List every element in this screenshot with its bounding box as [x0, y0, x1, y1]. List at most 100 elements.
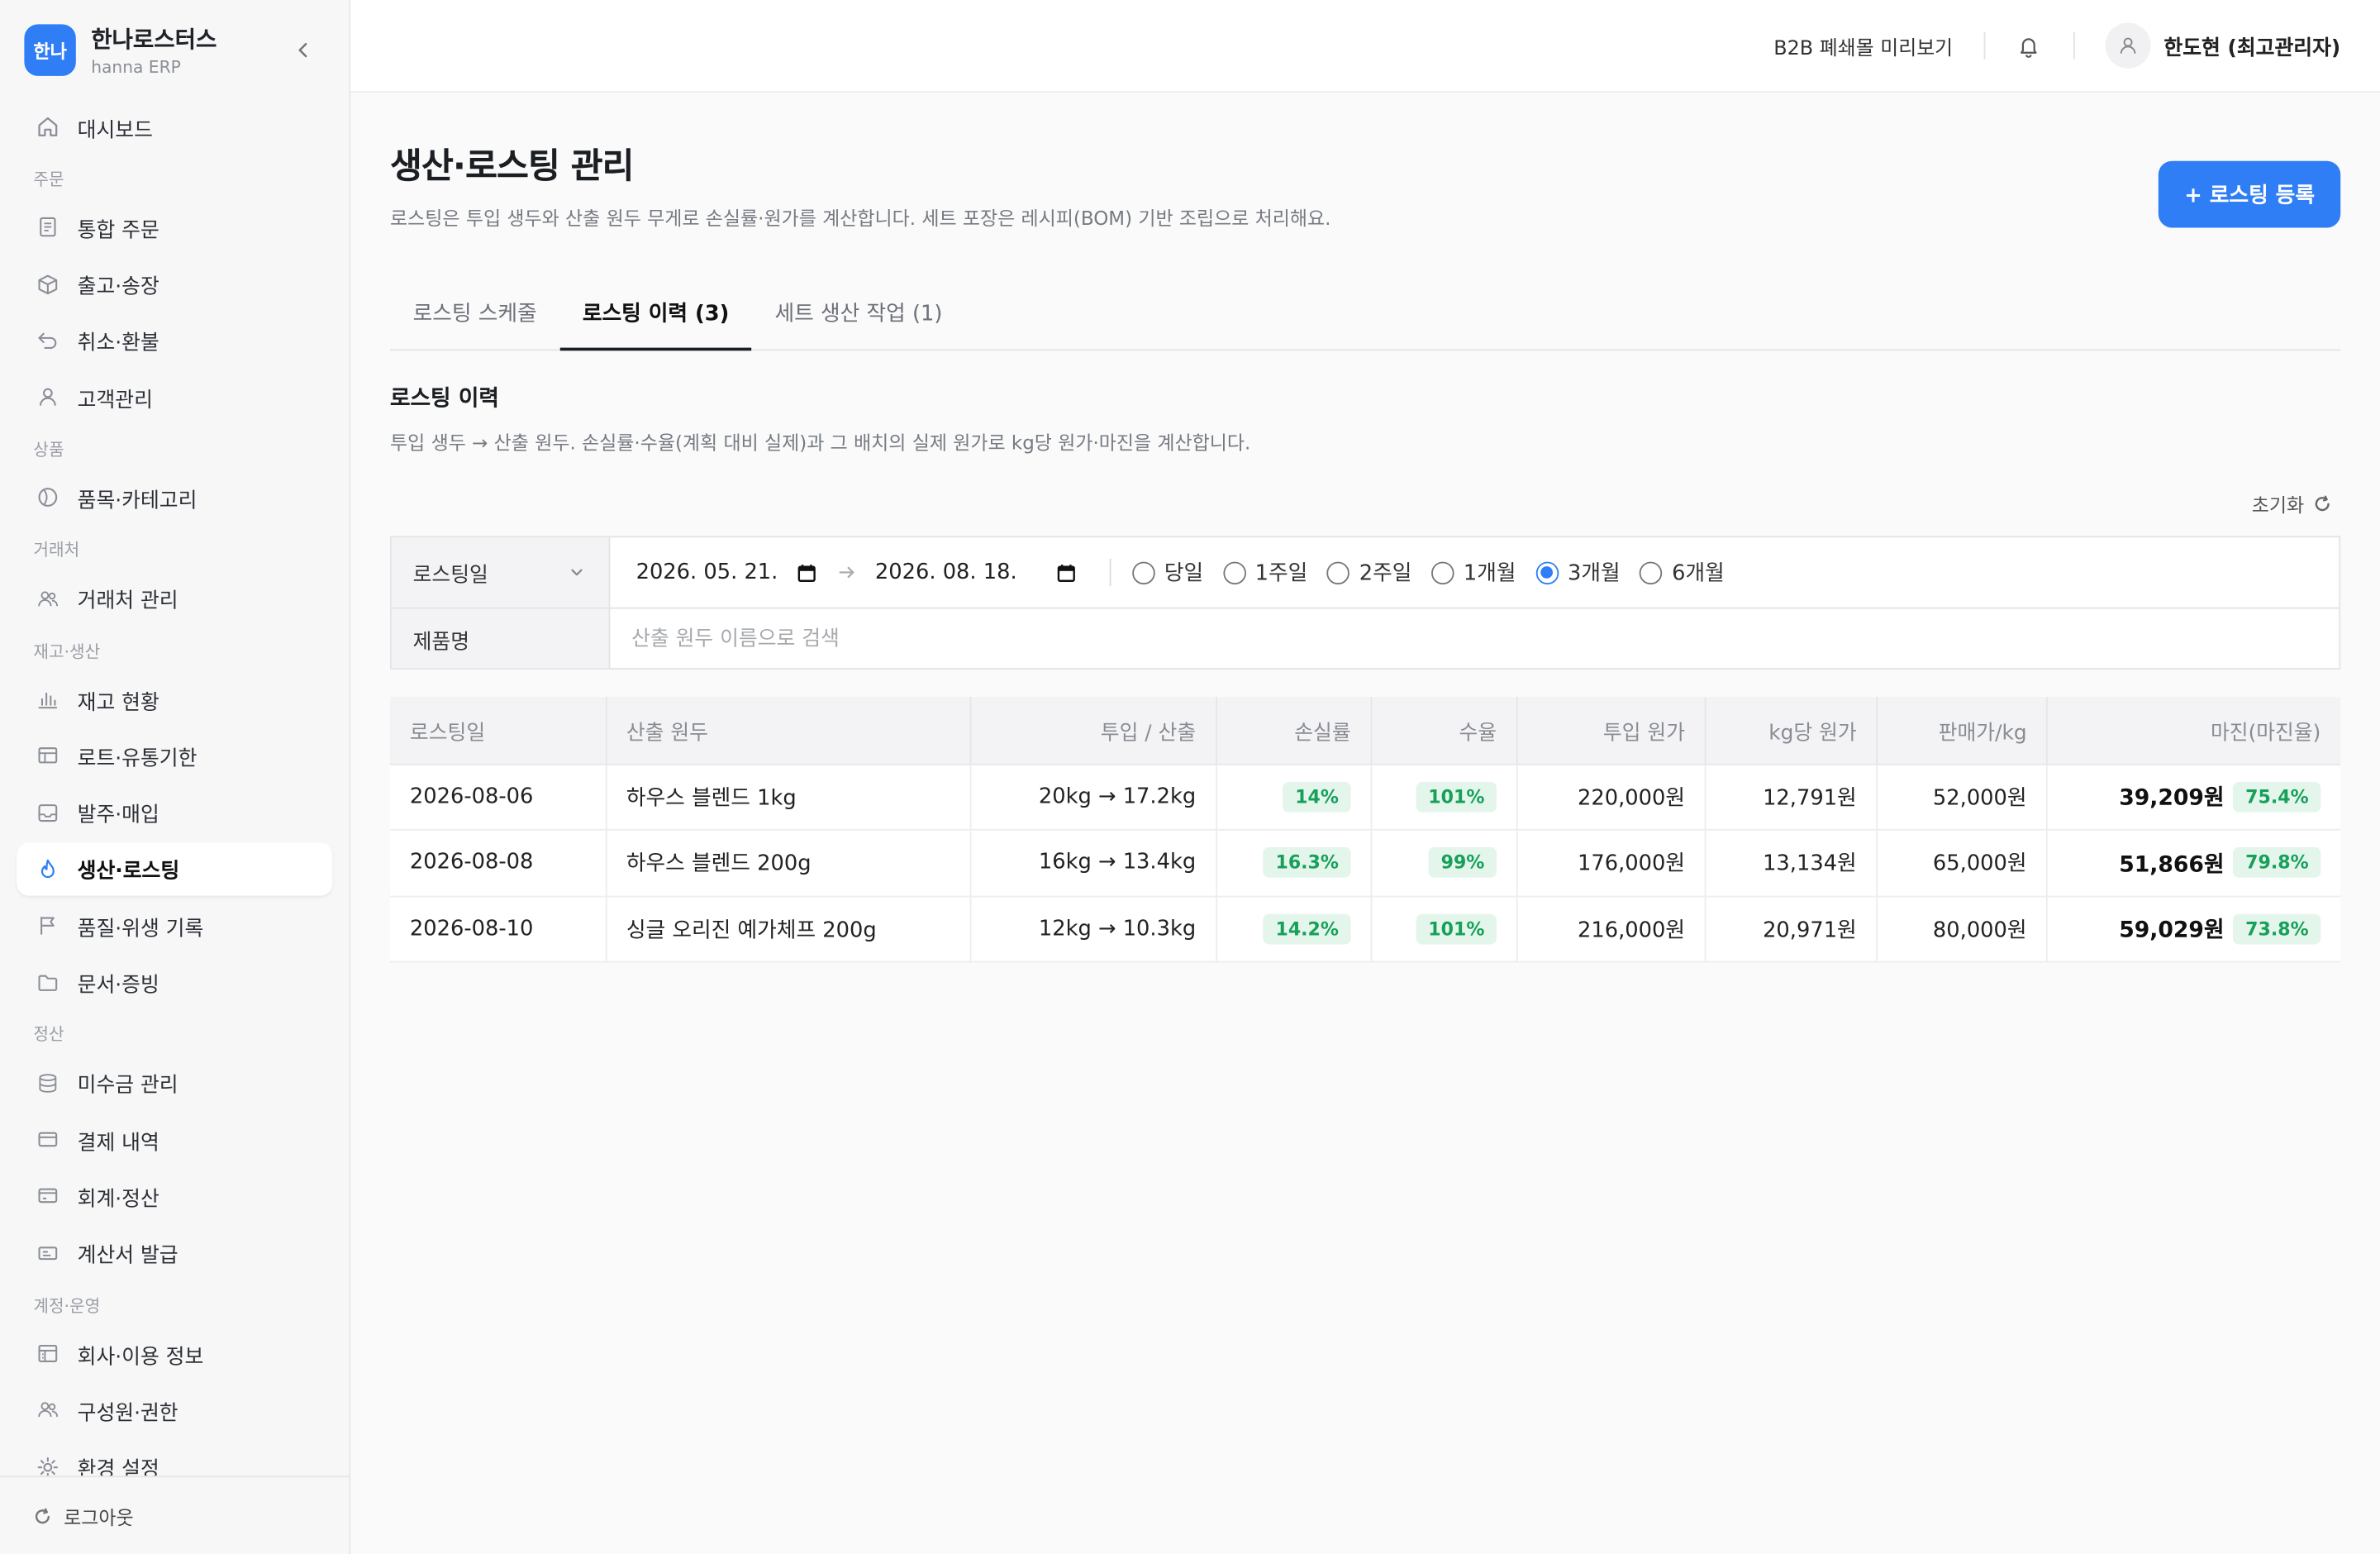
sidebar-item-label: 회사·이용 정보	[77, 1344, 204, 1369]
team-icon	[35, 1398, 59, 1422]
period-radio[interactable]: 1주일	[1223, 557, 1307, 588]
sidebar-item-folder[interactable]: 문서·증빙	[17, 956, 332, 1008]
loss-badge: 14%	[1283, 781, 1351, 813]
sidebar-item-box[interactable]: 출고·송장	[17, 257, 332, 310]
sidebar-item-team[interactable]: 구성원·권한	[17, 1384, 332, 1437]
period-radio[interactable]: 3개월	[1535, 557, 1621, 588]
column-header[interactable]: 수율	[1371, 697, 1518, 765]
sidebar-item-label: 발주·매입	[77, 803, 159, 828]
cell-price: 65,000원	[1877, 829, 2049, 897]
sidebar-item-tag[interactable]: 품목·카테고리	[17, 471, 332, 524]
sidebar-item-wallet[interactable]: 결제 내역	[17, 1113, 332, 1166]
table-row[interactable]: 2026-08-06 하우스 블렌드 1kg 20kg → 17.2kg 14%…	[390, 763, 2341, 831]
sidebar-section-title: 계정·운영	[33, 1295, 101, 1316]
notification-button[interactable]	[2015, 32, 2042, 60]
margin-value: 51,866원	[2119, 852, 2225, 878]
sidebar-item-label: 통합 주문	[77, 218, 159, 243]
sidebar-item-label: 문서·증빙	[77, 973, 159, 998]
column-header[interactable]: 손실률	[1216, 697, 1373, 765]
user-icon	[2120, 37, 2135, 54]
flame-icon	[35, 857, 59, 881]
cell-kg-cost: 20,971원	[1705, 895, 1878, 963]
sidebar-item-label: 취소·환불	[77, 331, 159, 356]
sidebar-item-label: 거래처 관리	[77, 589, 178, 614]
sidebar-item-flame[interactable]: 생산·로스팅	[17, 842, 333, 896]
date-to-value: 2026. 08. 18.	[874, 560, 1017, 585]
folder-icon	[35, 970, 59, 994]
brand: 한나 한나로스터스 hanna ERP	[0, 0, 349, 100]
cell-product: 싱글 오리진 예가체프 200g	[606, 895, 972, 963]
radio-label: 6개월	[1672, 561, 1725, 586]
bar-chart-icon	[35, 687, 59, 711]
tab-roasting-schedule[interactable]: 로스팅 스케줄	[390, 298, 559, 349]
sidebar-item-inbox[interactable]: 발주·매입	[17, 786, 332, 839]
sidebar-item-table[interactable]: 로트·유통기한	[17, 729, 332, 782]
radio-circle	[1223, 560, 1246, 584]
sidebar-item-label: 미수금 관리	[77, 1074, 178, 1099]
date-type-select[interactable]: 로스팅일	[391, 537, 611, 608]
table-row[interactable]: 2026-08-10 싱글 오리진 예가체프 200g 12kg → 10.3k…	[390, 895, 2341, 963]
column-header[interactable]: 로스팅일	[390, 697, 607, 765]
sidebar-item-building[interactable]: 회사·이용 정보	[17, 1327, 332, 1380]
column-header[interactable]: 투입 / 산출	[970, 697, 1217, 765]
calendar-icon	[796, 563, 816, 583]
sidebar-item-users[interactable]: 거래처 관리	[17, 572, 332, 625]
cell-yield: 101%	[1371, 763, 1518, 831]
radio-circle	[1535, 560, 1559, 584]
sidebar-item-credit-card[interactable]: 회계·정산	[17, 1170, 332, 1223]
sidebar-item-user[interactable]: 고객관리	[17, 371, 332, 424]
radio-label: 2주일	[1359, 561, 1412, 586]
sidebar-item-label: 출고·송장	[77, 274, 159, 300]
wallet-icon	[35, 1127, 59, 1151]
cell-yield: 99%	[1371, 829, 1518, 897]
tab-set-production[interactable]: 세트 생산 작업 (1)	[752, 298, 965, 349]
user-menu[interactable]: 한도현 (최고관리자)	[2104, 22, 2341, 69]
period-radio[interactable]: 6개월	[1640, 557, 1725, 588]
sidebar-item-label: 품목·카테고리	[77, 489, 198, 513]
sidebar-item-label: 로트·유통기한	[77, 746, 198, 771]
sidebar-item-bar-chart[interactable]: 재고 현황	[17, 673, 332, 726]
sidebar-item-document[interactable]: 통합 주문	[17, 201, 332, 254]
sidebar-item-database[interactable]: 미수금 관리	[17, 1056, 332, 1109]
period-radio[interactable]: 당일	[1132, 557, 1203, 588]
sidebar-item-dashboard[interactable]: 대시보드	[17, 100, 332, 153]
radio-label: 1주일	[1254, 561, 1308, 586]
sidebar-item-receipt[interactable]: 계산서 발급	[17, 1227, 332, 1280]
tag-icon	[35, 486, 59, 510]
tab-roasting-history[interactable]: 로스팅 이력 (3)	[559, 298, 752, 351]
sidebar-item-label: 회계·정산	[77, 1187, 159, 1212]
date-to-input[interactable]: 2026. 08. 18.	[875, 560, 1076, 584]
column-header[interactable]: 산출 원두	[606, 697, 972, 765]
undo-icon	[35, 328, 59, 352]
users-icon	[35, 586, 59, 610]
column-header[interactable]: kg당 원가	[1705, 697, 1878, 765]
cell-date: 2026-08-10	[390, 895, 607, 963]
column-header[interactable]: 마진(마진율)	[2047, 697, 2341, 765]
b2b-preview-link[interactable]: B2B 폐쇄몰 미리보기	[1773, 31, 1953, 60]
sidebar-section-title: 정산	[33, 1025, 64, 1046]
calendar-icon	[1056, 563, 1076, 583]
column-header[interactable]: 판매가/kg	[1877, 697, 2049, 765]
column-header[interactable]: 투입 원가	[1516, 697, 1706, 765]
date-from-input[interactable]: 2026. 05. 21.	[636, 560, 816, 584]
product-label: 제품명	[391, 608, 611, 669]
main-area: B2B 폐쇄몰 미리보기 한도현 (최고관리자) 생산·로스팅 관리 로스팅은 …	[350, 0, 2380, 1554]
sidebar-item-undo[interactable]: 취소·환불	[17, 314, 332, 367]
period-radio[interactable]: 1개월	[1431, 557, 1516, 588]
cell-price: 52,000원	[1877, 763, 2049, 831]
radio-label: 당일	[1164, 561, 1204, 586]
reset-button[interactable]: 초기화	[390, 489, 2340, 517]
yield-badge: 101%	[1416, 781, 1497, 813]
brand-logo[interactable]: 한나	[24, 24, 76, 76]
period-radio-group: 당일 1주일 2주일 1개월 3개월 6개월	[1132, 557, 1744, 588]
table-row[interactable]: 2026-08-08 하우스 블렌드 200g 16kg → 13.4kg 16…	[390, 829, 2341, 897]
radio-circle	[1640, 560, 1664, 584]
collapse-sidebar-button[interactable]	[292, 38, 316, 62]
sidebar-item-flag[interactable]: 품질·위생 기록	[17, 899, 332, 952]
add-roasting-button[interactable]: + 로스팅 등록	[2159, 160, 2341, 228]
user-name: 한도현 (최고관리자)	[2163, 36, 2341, 61]
product-search-input[interactable]	[610, 626, 2340, 651]
logout-button[interactable]: 로그아웃	[0, 1475, 350, 1554]
period-radio[interactable]: 2주일	[1327, 557, 1411, 588]
cell-product: 하우스 블렌드 1kg	[606, 763, 972, 831]
